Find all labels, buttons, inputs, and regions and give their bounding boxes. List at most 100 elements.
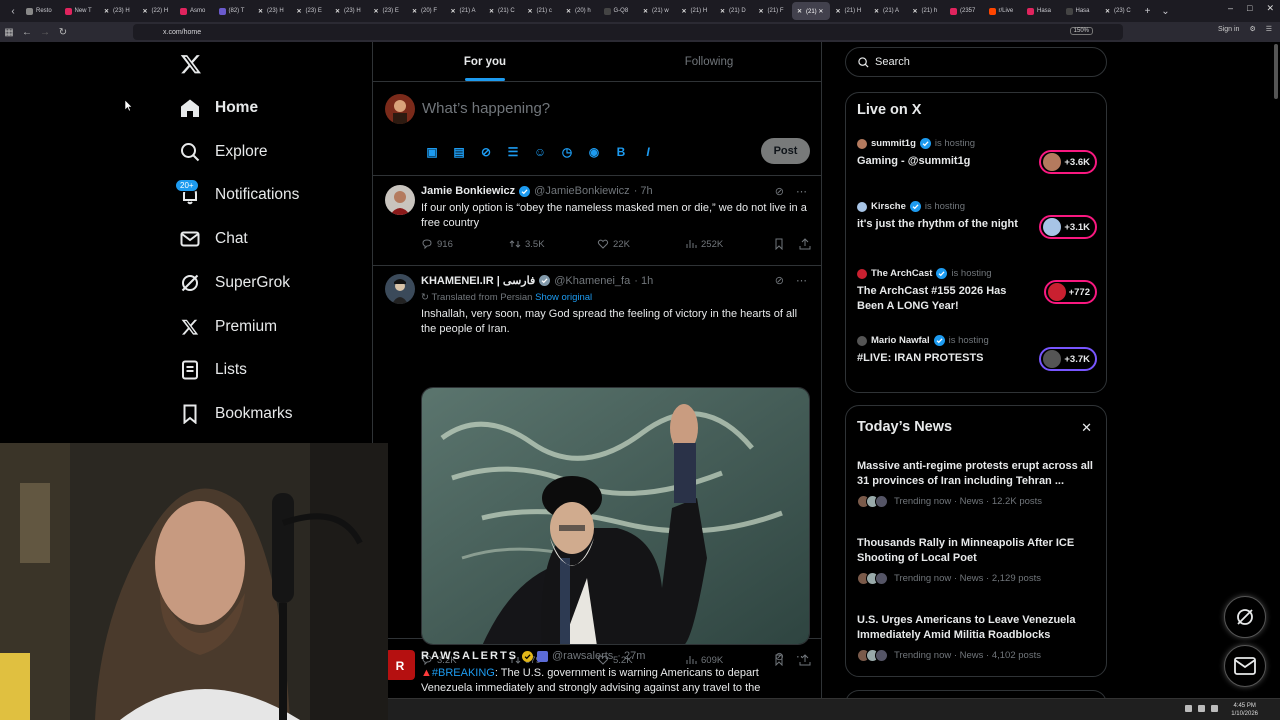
tweet-avatar[interactable] (385, 274, 415, 304)
more-options-icon[interactable]: ⋯ (796, 274, 807, 287)
browser-tab[interactable]: ✕ (21) H (831, 2, 869, 20)
browser-tab[interactable]: ✕ (21) A (446, 2, 484, 20)
hashtag-link[interactable]: #BREAKING (432, 667, 495, 679)
reply-button[interactable]: 916 (421, 238, 481, 250)
sidebar-item-home[interactable]: Home (180, 93, 258, 123)
repost-button[interactable]: 3.5K (509, 238, 569, 250)
extensions-icon[interactable]: ⚙ (1249, 25, 1255, 33)
grok-icon[interactable]: ⊘ (775, 650, 784, 663)
grok-icon[interactable]: ⊘ (775, 274, 784, 287)
reload-button[interactable]: ↻ (54, 23, 72, 41)
news-item[interactable]: U.S. Urges Americans to Leave Venezuela … (857, 613, 1097, 662)
sidebar-item-notifications[interactable]: 20+ Notifications (175, 179, 299, 210)
sidebar-toggle-icon[interactable]: ▦ (0, 23, 18, 41)
tweet-avatar[interactable]: R (385, 650, 415, 680)
new-tab-button[interactable]: + (1139, 6, 1157, 17)
sidebar-item-bookmarks[interactable]: Bookmarks (180, 399, 293, 429)
bold-icon[interactable]: B (612, 143, 630, 161)
more-options-icon[interactable]: ⋯ (796, 185, 807, 198)
x-logo[interactable] (180, 53, 202, 75)
browser-tab[interactable]: ✕ (21) F (754, 2, 792, 20)
account-sign-in[interactable]: Sign in (1218, 26, 1239, 33)
views-button[interactable]: 252K (685, 238, 745, 250)
browser-tab[interactable]: ✕ (21) D (715, 2, 753, 20)
browser-tab[interactable]: ✕ (23) E (292, 2, 330, 20)
browser-tab[interactable]: ✕ (21) h (908, 2, 946, 20)
zoom-level[interactable]: 150% (1069, 27, 1093, 35)
system-clock[interactable]: 4:45 PM 1/10/2026 (1231, 702, 1258, 718)
tweet-image[interactable] (421, 387, 810, 645)
browser-tab[interactable]: ✕ (23) H (99, 2, 137, 20)
tweet-time[interactable]: · 27m (617, 650, 645, 662)
grok-icon[interactable]: ⊘ (775, 185, 784, 198)
browser-tab[interactable]: New T (61, 2, 99, 20)
show-original-link[interactable]: Show original (535, 292, 592, 303)
browser-tab[interactable]: Hasa (1023, 2, 1061, 20)
browser-tab[interactable]: ✕ (22) H (138, 2, 176, 20)
browser-tab[interactable]: Hasa (1062, 2, 1100, 20)
post-button[interactable]: Post (761, 138, 810, 164)
tweet-avatar[interactable] (385, 185, 415, 215)
browser-tab[interactable]: ✕ (23) E (369, 2, 407, 20)
browser-tab[interactable]: ✕ (21) A (869, 2, 907, 20)
bookmark-icon[interactable] (773, 238, 785, 250)
notification-icon[interactable] (1211, 705, 1218, 712)
location-icon[interactable]: ◉ (585, 143, 603, 161)
browser-tab[interactable]: ✕ (21) w (638, 2, 676, 20)
poll-icon[interactable]: ☰ (504, 143, 522, 161)
messages-fab-button[interactable] (1224, 645, 1266, 687)
tweet-author-name[interactable]: KHAMENEI.IR | فارسی (421, 274, 535, 287)
composer-input[interactable]: What’s happening? (422, 100, 550, 117)
forward-button[interactable]: → (36, 23, 54, 41)
browser-tab[interactable]: Asmo (176, 2, 214, 20)
browser-tab[interactable]: ✕ (21) ✕ (792, 2, 830, 20)
tab-for-you[interactable]: For you (373, 42, 597, 81)
tab-list-icon[interactable]: ‹ (4, 6, 22, 17)
live-broadcast-item[interactable]: The ArchCast is hosting The ArchCast #155 … (857, 268, 1097, 314)
tab-following[interactable]: Following (597, 42, 821, 81)
gif-icon[interactable]: ▤ (450, 143, 468, 161)
tweet-author-name[interactable]: RAWSALERTS (421, 650, 518, 662)
live-listener-pill[interactable]: +3.7K (1039, 347, 1097, 371)
grok-fab-button[interactable] (1224, 596, 1266, 638)
live-broadcast-item[interactable]: summit1g is hosting Gaming - @summit1g +3.6… (857, 138, 1097, 174)
browser-tab[interactable]: (2357 (946, 2, 984, 20)
page-scrollbar[interactable] (1274, 44, 1278, 99)
tweet[interactable]: R RAWSALERTS @rawsalerts · 27m ⊘ ⋯ ▲#BRE… (373, 642, 821, 702)
browser-tab[interactable]: ✕ (20) h (561, 2, 599, 20)
tweet-handle[interactable]: @rawsalerts (552, 650, 613, 662)
browser-tab[interactable]: ✕ (21) c (523, 2, 561, 20)
user-avatar[interactable] (385, 94, 415, 124)
emoji-icon[interactable]: ☺ (531, 143, 549, 161)
italic-icon[interactable]: I (639, 143, 657, 161)
live-broadcast-item[interactable]: Kirsche is hosting it's just the rhythm of… (857, 201, 1097, 239)
tweet-author-name[interactable]: Jamie Bonkiewicz (421, 185, 515, 197)
browser-tab[interactable]: ✕ (21) H (677, 2, 715, 20)
news-item[interactable]: Massive anti-regime protests erupt acros… (857, 459, 1097, 508)
sidebar-item-premium[interactable]: Premium (180, 312, 277, 342)
url-bar[interactable]: x.com/home 150% (133, 24, 1123, 40)
menu-icon[interactable]: ☰ (1266, 25, 1272, 33)
close-icon[interactable]: ✕ (1081, 420, 1092, 436)
browser-tab[interactable]: G-Q8 (600, 2, 638, 20)
sidebar-item-explore[interactable]: Explore (180, 137, 268, 167)
minimize-button[interactable]: – (1228, 3, 1233, 14)
like-button[interactable]: 22K (597, 238, 657, 250)
live-listener-pill[interactable]: +3.1K (1039, 215, 1097, 239)
sidebar-item-chat[interactable]: Chat (180, 224, 248, 254)
schedule-icon[interactable]: ◷ (558, 143, 576, 161)
tweet[interactable]: KHAMENEI.IR | فارسی @Khamenei_fa · 1h ⊘ … (373, 266, 821, 666)
search-input[interactable]: Search (845, 47, 1107, 77)
grok-icon[interactable]: ⊘ (477, 143, 495, 161)
sidebar-item-lists[interactable]: Lists (180, 355, 247, 385)
browser-tab[interactable]: Resto (22, 2, 60, 20)
browser-tab[interactable]: ✕ (23) H (253, 2, 291, 20)
maximize-button[interactable]: □ (1247, 3, 1252, 14)
image-icon[interactable]: ▣ (423, 143, 441, 161)
browser-tab[interactable]: r/Live (985, 2, 1023, 20)
browser-tab[interactable]: ✕ (23) C (1100, 2, 1138, 20)
browser-tab[interactable]: (82) T (215, 2, 253, 20)
live-listener-pill[interactable]: +3.6K (1039, 150, 1097, 174)
tweet-handle[interactable]: @Khamenei_fa (554, 275, 630, 287)
back-button[interactable]: ← (18, 23, 36, 41)
